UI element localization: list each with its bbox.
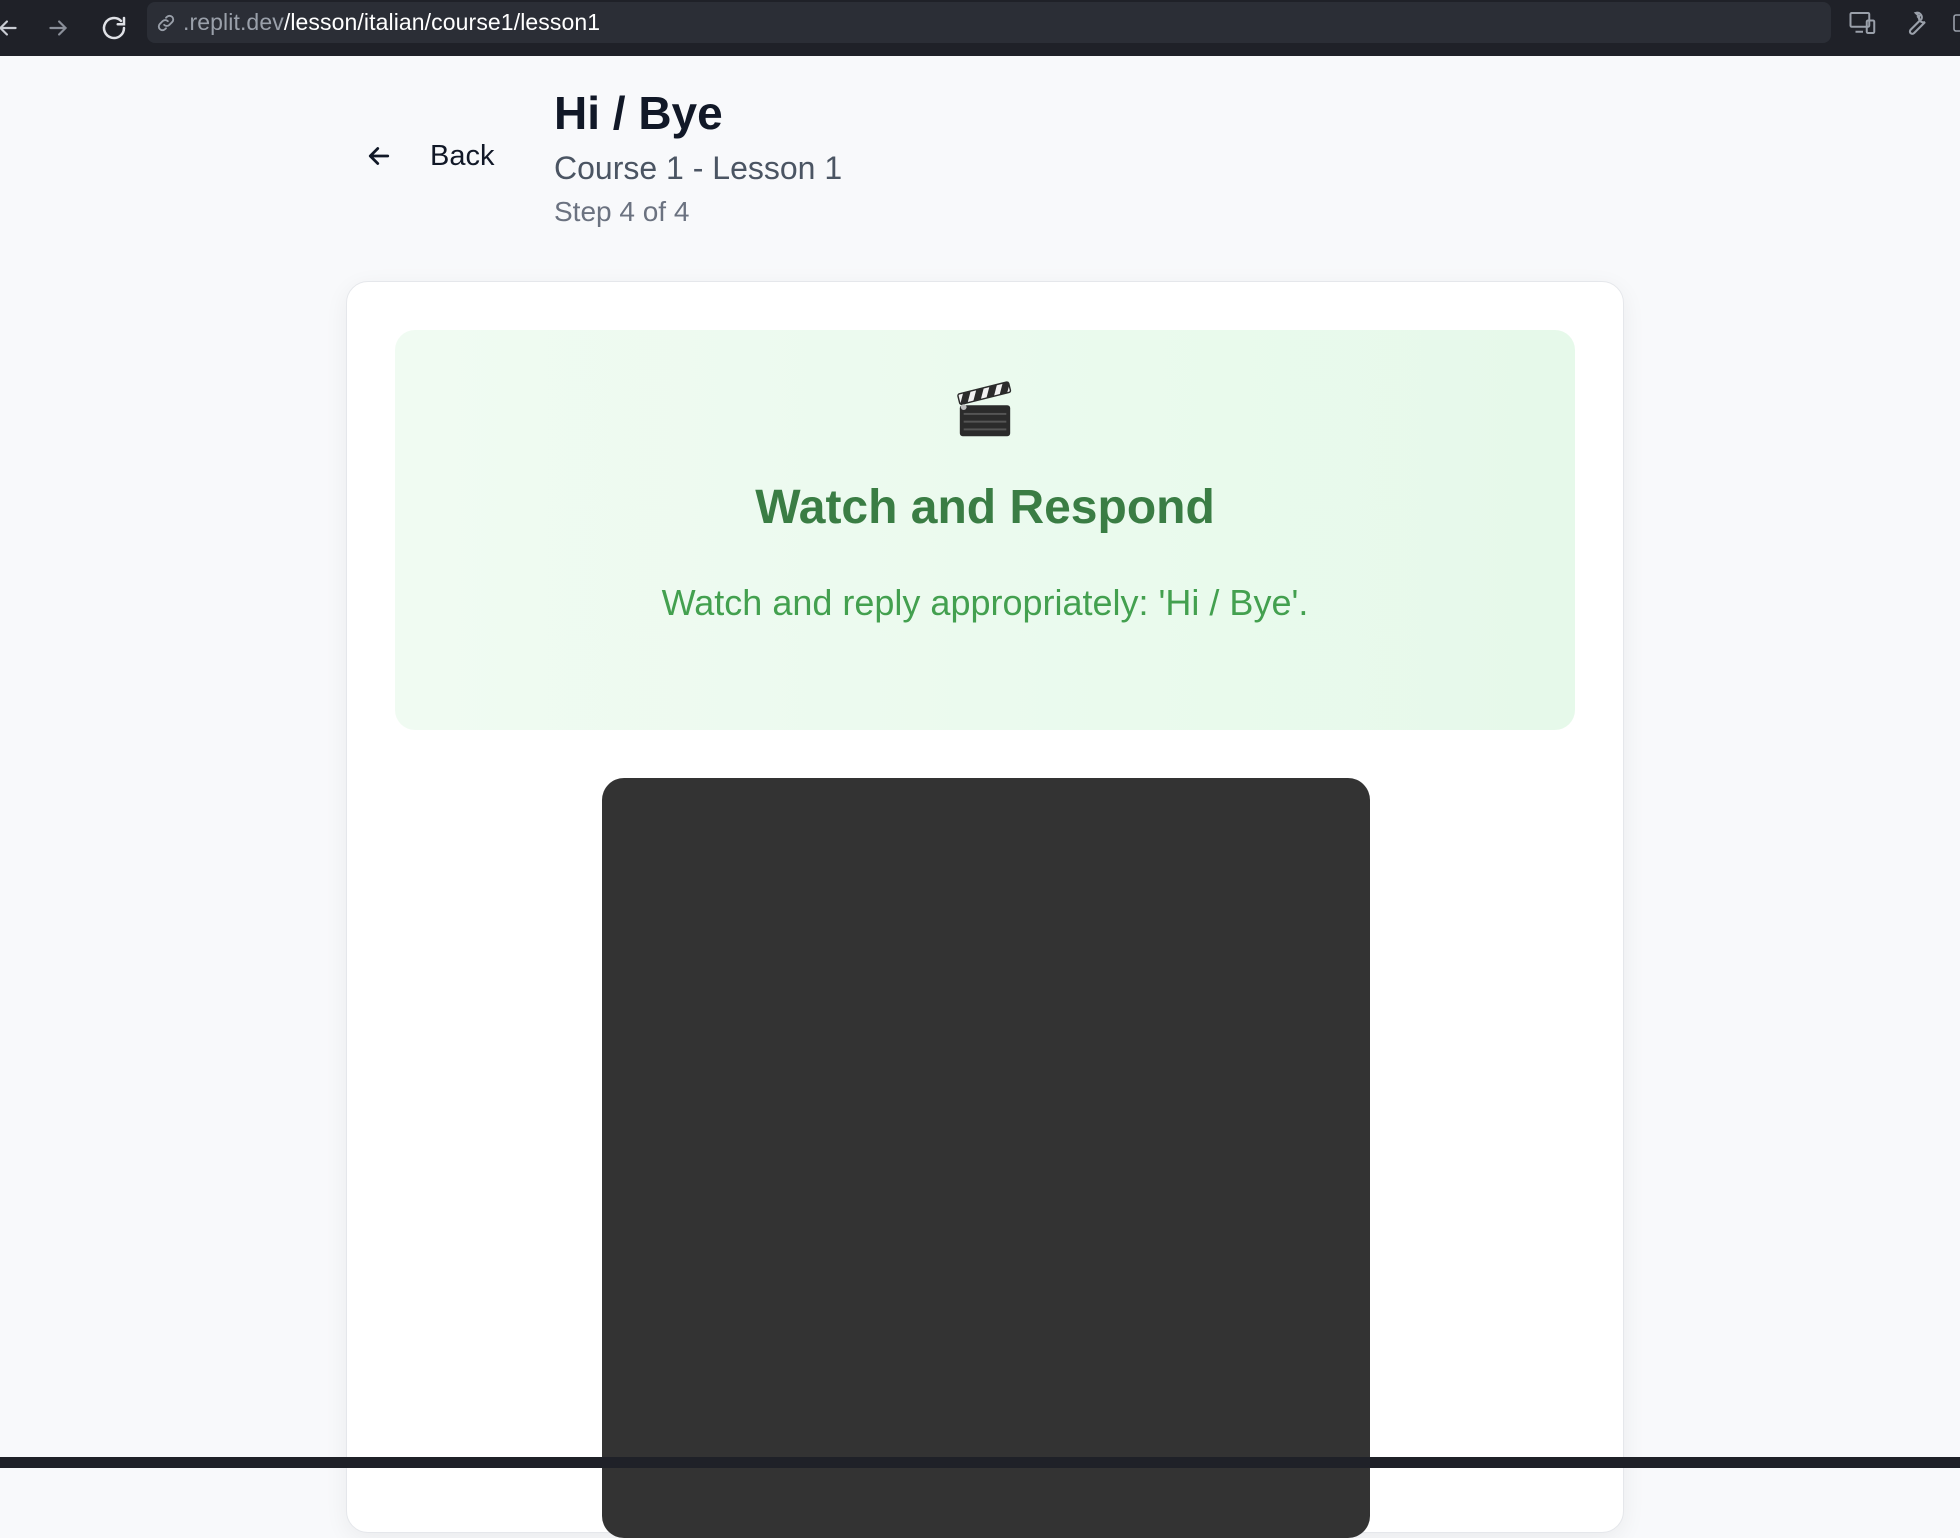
window-icon (1953, 14, 1960, 32)
wrench-icon (1908, 11, 1926, 35)
reload-button[interactable] (94, 8, 134, 48)
back-nav-button[interactable] (0, 8, 28, 48)
browser-toolbar: .replit.dev/lesson/italian/course1/lesso… (0, 0, 1960, 56)
bottom-edge (0, 1457, 1960, 1468)
devices-icon (1849, 12, 1876, 34)
arrow-left-icon (0, 20, 17, 36)
address-bar[interactable]: .replit.dev/lesson/italian/course1/lesso… (147, 2, 1831, 43)
tools-button[interactable] (1899, 6, 1933, 40)
page-title: Hi / Bye (554, 87, 723, 139)
link-icon (155, 12, 177, 39)
back-button-label: Back (430, 139, 495, 172)
reload-icon (102, 16, 126, 40)
arrow-right-icon (49, 20, 68, 36)
url-host: .replit.dev (183, 9, 284, 35)
activity-banner: Watch and Respond Watch and reply approp… (395, 330, 1575, 730)
lesson-card: Watch and Respond Watch and reply approp… (346, 281, 1624, 1538)
clapper-board-icon (395, 380, 1575, 442)
activity-title: Watch and Respond (755, 481, 1215, 534)
devices-button[interactable] (1846, 6, 1880, 40)
forward-nav-button[interactable] (38, 8, 78, 48)
url-text: .replit.dev/lesson/italian/course1/lesso… (183, 9, 600, 36)
video-player[interactable] (602, 778, 1370, 1538)
arrow-left-icon (368, 147, 390, 165)
page-subtitle: Course 1 - Lesson 1 (554, 150, 843, 186)
back-button[interactable]: Back (364, 132, 494, 180)
activity-instruction: Watch and reply appropriately: 'Hi / Bye… (661, 582, 1309, 623)
step-indicator: Step 4 of 4 (554, 196, 690, 227)
url-path: /lesson/italian/course1/lesson1 (283, 9, 601, 35)
extra-toolbar-button[interactable] (1946, 6, 1960, 40)
